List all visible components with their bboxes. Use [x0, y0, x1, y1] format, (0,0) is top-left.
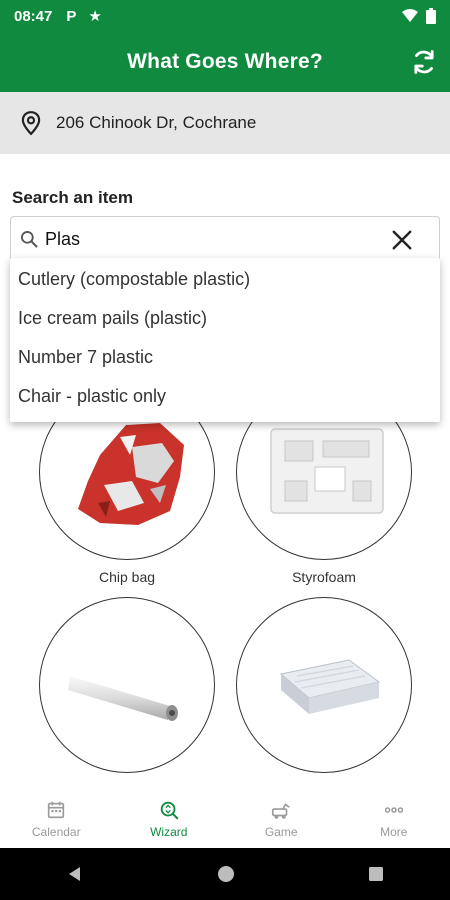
location-pin-icon	[21, 111, 41, 136]
item-mattress[interactable]	[236, 597, 412, 773]
page-title: What Goes Where?	[127, 50, 323, 73]
status-time: 08:47	[14, 7, 53, 25]
nav-label: More	[380, 825, 408, 839]
nav-item-wizard[interactable]: Wizard	[113, 790, 226, 848]
item-label: Styrofoam	[292, 569, 356, 585]
app-screen: 08:47 P ★ What Goes Where? 206 Chinook D…	[0, 0, 450, 900]
back-icon[interactable]	[66, 865, 84, 883]
suggestion-item[interactable]: Number 7 plastic	[10, 338, 440, 377]
item-tube[interactable]	[39, 597, 215, 773]
recents-icon[interactable]	[368, 866, 384, 882]
nav-label: Calendar	[31, 825, 81, 839]
address-text: 206 Chinook Dr, Cochrane	[56, 113, 257, 132]
parking-icon: P	[66, 7, 77, 25]
game-icon	[272, 803, 290, 819]
status-bar: 08:47 P ★	[0, 0, 450, 32]
bottom-navigation: Calendar Wizard Game More	[0, 790, 450, 848]
suggestion-item[interactable]: Cutlery (compostable plastic)	[10, 260, 440, 299]
close-icon[interactable]	[391, 229, 413, 251]
calendar-icon	[48, 801, 65, 819]
tube-image	[68, 676, 178, 721]
star-icon: ★	[88, 8, 102, 25]
nav-item-game[interactable]: Game	[225, 790, 338, 848]
refresh-icon[interactable]	[410, 48, 438, 76]
nav-label: Wizard	[150, 825, 188, 839]
nav-item-calendar[interactable]: Calendar	[0, 790, 113, 848]
address-bar[interactable]: 206 Chinook Dr, Cochrane	[0, 92, 450, 154]
system-navigation-bar	[0, 848, 450, 900]
suggestion-dropdown: Cutlery (compostable plastic) Ice cream …	[10, 258, 440, 422]
item-label: Chip bag	[98, 569, 156, 585]
battery-icon	[426, 8, 436, 24]
nav-item-more[interactable]: More	[338, 790, 450, 848]
app-bar: What Goes Where?	[0, 32, 450, 92]
mattress-image	[279, 659, 381, 714]
wizard-icon	[160, 801, 179, 820]
wifi-icon	[402, 9, 418, 22]
search-icon	[21, 231, 38, 248]
search-input[interactable]: Plas	[10, 216, 440, 262]
more-icon	[384, 807, 403, 813]
suggestion-item[interactable]: Ice cream pails (plastic)	[10, 299, 440, 338]
nav-label: Game	[264, 825, 298, 839]
home-icon[interactable]	[216, 864, 236, 884]
search-label: Search an item	[12, 188, 133, 207]
search-value: Plas	[45, 228, 81, 249]
suggestion-item[interactable]: Chair - plastic only	[10, 377, 440, 416]
